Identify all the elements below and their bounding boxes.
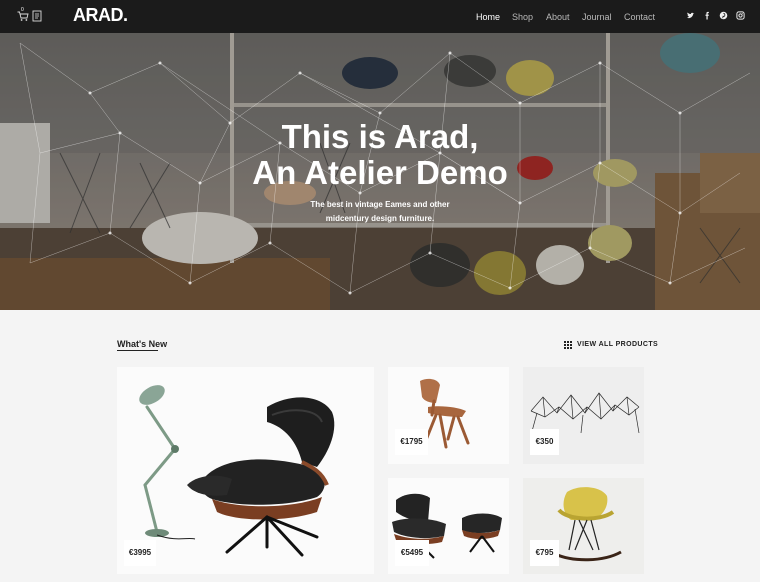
view-all-products-link[interactable]: VIEW ALL PRODUCTS [577, 341, 658, 348]
instagram-icon[interactable] [736, 11, 745, 20]
product-card-yellow-rocker[interactable]: €795 [523, 478, 644, 574]
pinterest-icon[interactable] [719, 11, 728, 20]
product-price: €3995 [124, 540, 156, 566]
product-price: €1795 [395, 429, 428, 455]
product-card-wire-sculpture[interactable]: €350 [523, 367, 644, 464]
hero-title-line2: An Atelier Demo [252, 154, 508, 191]
hero-subtitle-line1: The best in vintage Eames and other [310, 200, 450, 209]
nav-home[interactable]: Home [476, 12, 500, 22]
hero-subtitle-line2: midcentury design furniture. [325, 214, 435, 223]
product-card-lounge-chair[interactable]: €3995 [117, 367, 374, 574]
nav-about[interactable]: About [546, 12, 570, 22]
hero-title-line1: This is Arad, [281, 118, 479, 155]
cart-count: 0 [21, 7, 24, 13]
nav-shop[interactable]: Shop [512, 12, 533, 22]
product-price: €5495 [395, 540, 429, 566]
twitter-icon[interactable] [686, 11, 695, 20]
site-header: 0 ARAD. Home Shop About Journal Contact [0, 0, 760, 33]
product-price: €350 [530, 429, 559, 455]
grid-icon[interactable] [563, 340, 573, 350]
nav-journal[interactable]: Journal [582, 12, 612, 22]
section-underline [117, 350, 158, 351]
product-card-plywood-chair[interactable]: €1795 [388, 367, 509, 464]
document-icon[interactable] [31, 10, 43, 22]
product-price: €795 [530, 540, 559, 566]
hero-banner: This is Arad, An Atelier Demo The best i… [0, 33, 760, 310]
section-title: What's New [117, 339, 168, 349]
site-logo[interactable]: ARAD. [73, 5, 128, 26]
nav-contact[interactable]: Contact [624, 12, 655, 22]
product-card-lounge-ottoman[interactable]: €5495 [388, 478, 509, 574]
facebook-icon[interactable] [703, 11, 712, 20]
